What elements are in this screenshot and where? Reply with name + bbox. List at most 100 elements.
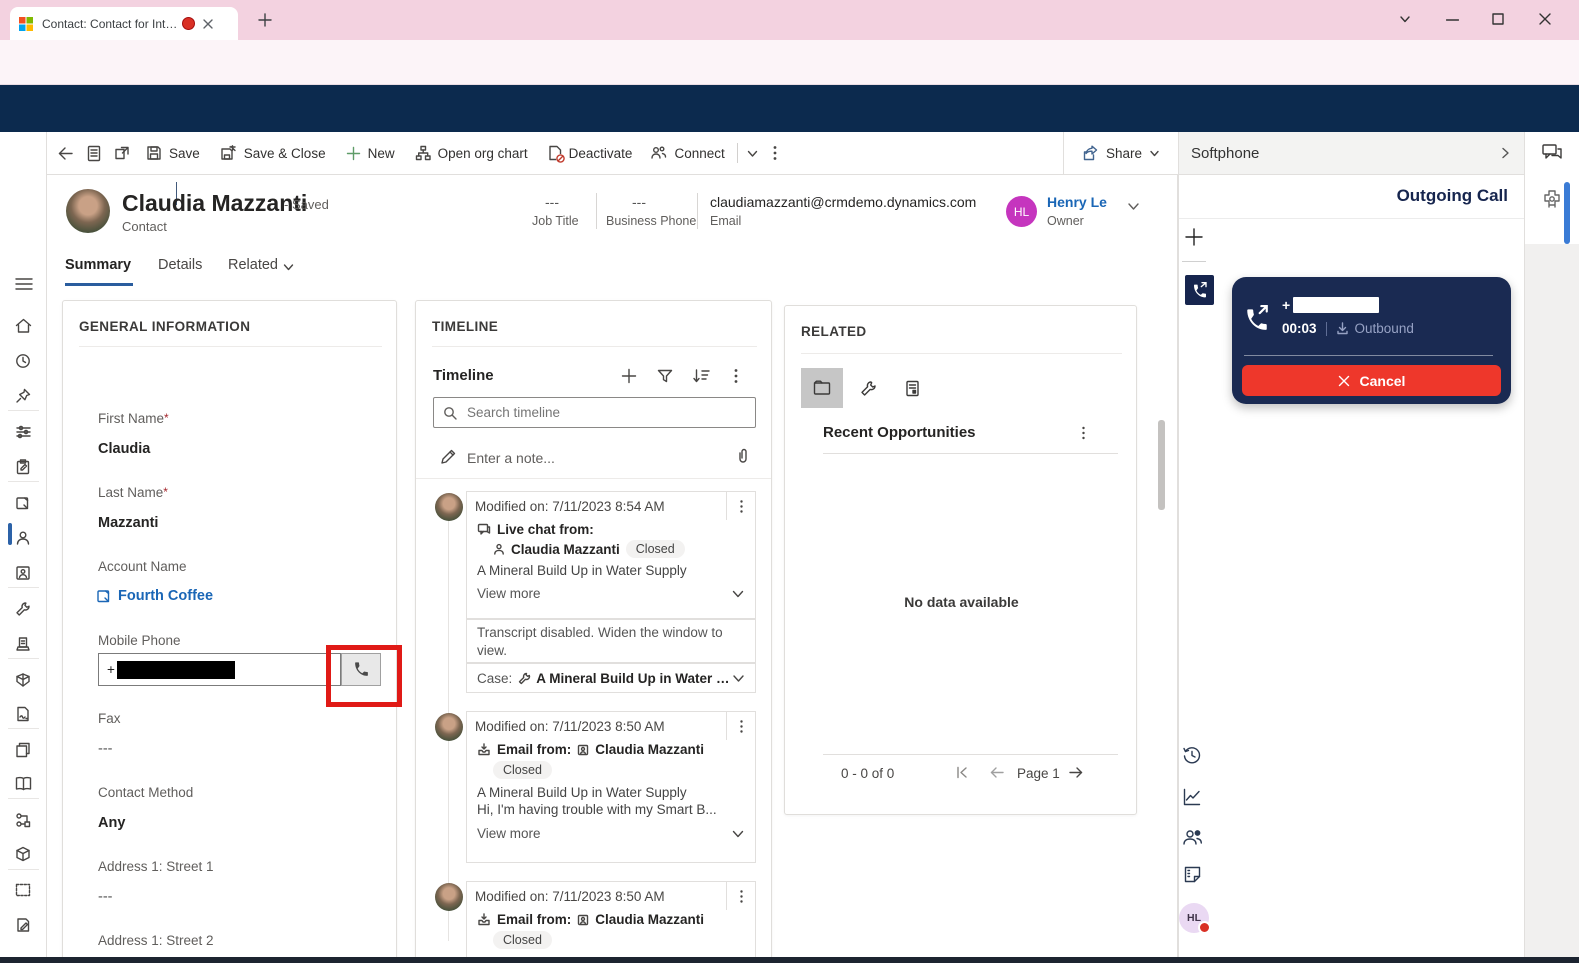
share-button[interactable]: Share bbox=[1063, 132, 1178, 175]
deactivate-button[interactable]: Deactivate bbox=[548, 145, 633, 161]
new-tab-button[interactable] bbox=[258, 13, 272, 27]
search-icon[interactable] bbox=[1153, 184, 1171, 202]
dashboards-icon[interactable] bbox=[15, 424, 32, 440]
home-icon[interactable] bbox=[15, 318, 32, 334]
case-title[interactable]: A Mineral Build Up in Water S... bbox=[536, 671, 732, 686]
entry-overflow-icon[interactable] bbox=[726, 712, 755, 740]
timeline-overflow-icon[interactable] bbox=[734, 368, 738, 384]
email-value[interactable]: claudiamazzanti@crmdemo.dynamics.com bbox=[710, 194, 976, 210]
open-org-chart-button[interactable]: Open org chart bbox=[415, 145, 528, 161]
contact-method-value[interactable]: Any bbox=[98, 815, 125, 831]
timeline-search-input[interactable] bbox=[465, 404, 739, 421]
conversations-icon[interactable] bbox=[1541, 143, 1563, 163]
extensions-puzzle-icon[interactable] bbox=[1541, 188, 1563, 210]
contact-photo-avatar[interactable] bbox=[66, 189, 110, 233]
fax-value[interactable]: --- bbox=[98, 741, 113, 757]
softphone-add-icon[interactable] bbox=[1184, 227, 1204, 247]
active-call-tab[interactable] bbox=[1185, 275, 1214, 305]
first-name-value[interactable]: Claudia bbox=[98, 441, 150, 457]
social-profiles-icon[interactable] bbox=[15, 565, 31, 581]
account-name-value[interactable]: Fourth Coffee bbox=[118, 588, 213, 604]
page-back-icon[interactable] bbox=[57, 145, 74, 162]
call-notes-icon[interactable] bbox=[1183, 865, 1202, 884]
connect-button[interactable]: Connect bbox=[650, 145, 724, 161]
expand-chevron-icon[interactable] bbox=[731, 827, 745, 841]
book-icon[interactable] bbox=[15, 776, 32, 791]
related-tab-entitlements[interactable] bbox=[891, 368, 933, 408]
knowledge-articles-icon[interactable] bbox=[15, 672, 31, 688]
view-more-link[interactable]: View more bbox=[477, 826, 731, 841]
main-scrollbar[interactable] bbox=[1158, 420, 1165, 510]
timeline-search-box[interactable] bbox=[433, 397, 756, 428]
cases-wrench-icon[interactable] bbox=[15, 601, 31, 617]
products-box-icon[interactable] bbox=[15, 846, 31, 862]
call-contacts-icon[interactable] bbox=[1182, 827, 1204, 847]
site-menu-icon[interactable] bbox=[15, 277, 33, 291]
note-divider bbox=[416, 478, 772, 479]
command-chevron-icon[interactable] bbox=[746, 147, 759, 160]
recent-clock-icon[interactable] bbox=[15, 353, 31, 369]
related-section-overflow-icon[interactable] bbox=[1082, 426, 1085, 440]
first-page-icon[interactable] bbox=[955, 765, 970, 780]
timeline-add-icon[interactable] bbox=[621, 368, 637, 384]
activities-icon[interactable] bbox=[15, 459, 31, 475]
related-tab-cases[interactable] bbox=[847, 368, 889, 408]
save-and-close-button[interactable]: Save & Close bbox=[220, 145, 326, 161]
last-name-value[interactable]: Mazzanti bbox=[98, 515, 158, 531]
tab-summary[interactable]: Summary bbox=[65, 257, 131, 273]
tab-close-icon[interactable] bbox=[203, 19, 213, 29]
save-button[interactable]: Save bbox=[146, 145, 200, 161]
timeline-case-row[interactable]: Case: A Mineral Build Up in Water S... bbox=[466, 663, 756, 693]
attach-paperclip-icon[interactable] bbox=[736, 447, 750, 464]
browser-tab[interactable]: Contact: Contact for Interact bbox=[10, 7, 238, 40]
timeline-filter-icon[interactable] bbox=[657, 368, 673, 384]
entry-person[interactable]: Claudia Mazzanti bbox=[511, 542, 620, 557]
expand-chevron-icon[interactable] bbox=[731, 587, 745, 601]
view-more-link[interactable]: View more bbox=[477, 586, 731, 601]
owner-avatar[interactable]: HL bbox=[1006, 196, 1037, 227]
street1-value[interactable]: --- bbox=[98, 889, 113, 905]
mobile-phone-input[interactable]: + bbox=[98, 653, 341, 686]
agent-presence-avatar[interactable]: HL bbox=[1179, 903, 1209, 933]
note-placeholder[interactable]: Enter a note... bbox=[467, 450, 555, 466]
copy-pages-icon[interactable] bbox=[15, 742, 31, 758]
entry-person[interactable]: Claudia Mazzanti bbox=[595, 742, 704, 757]
timeline-entry[interactable]: Modified on: 7/11/2023 8:50 AM Email fro… bbox=[466, 881, 756, 963]
timeline-entry[interactable]: Modified on: 7/11/2023 8:50 AM Email fro… bbox=[466, 711, 756, 863]
drafts-edit-icon[interactable] bbox=[15, 917, 31, 933]
timeline-entry[interactable]: Modified on: 7/11/2023 8:54 AM Live chat… bbox=[466, 491, 756, 619]
next-page-icon[interactable] bbox=[1068, 765, 1084, 780]
window-close-button[interactable] bbox=[1539, 13, 1551, 25]
form-list-icon[interactable] bbox=[86, 145, 102, 162]
entry-person[interactable]: Claudia Mazzanti bbox=[595, 912, 704, 927]
case-chevron-icon[interactable] bbox=[732, 672, 745, 685]
window-menu-chevron-icon[interactable] bbox=[1398, 12, 1412, 26]
signatures-icon[interactable] bbox=[15, 706, 31, 722]
new-button[interactable]: New bbox=[346, 146, 395, 161]
tab-related-chevron-icon[interactable] bbox=[282, 261, 295, 274]
popout-icon[interactable] bbox=[114, 145, 130, 161]
prev-page-icon[interactable] bbox=[989, 765, 1005, 780]
queues-icon[interactable] bbox=[15, 636, 31, 652]
owner-name[interactable]: Henry Le bbox=[1047, 194, 1107, 210]
related-tab-opportunities[interactable] bbox=[801, 368, 843, 408]
entry-overflow-icon[interactable] bbox=[726, 882, 755, 910]
contacts-icon[interactable] bbox=[15, 530, 31, 546]
window-minimize-button[interactable] bbox=[1446, 19, 1459, 23]
entry-overflow-icon[interactable] bbox=[726, 492, 755, 520]
rail-scrollbar[interactable] bbox=[1564, 182, 1570, 244]
window-maximize-button[interactable] bbox=[1492, 13, 1504, 25]
cancel-call-button[interactable]: Cancel bbox=[1242, 365, 1501, 396]
flows-icon[interactable] bbox=[15, 812, 31, 828]
command-overflow-icon[interactable] bbox=[773, 145, 777, 161]
accounts-icon[interactable] bbox=[15, 495, 31, 511]
call-insights-icon[interactable] bbox=[1182, 787, 1202, 807]
timeline-sort-icon[interactable] bbox=[693, 368, 710, 384]
tab-details[interactable]: Details bbox=[158, 257, 202, 273]
tab-related[interactable]: Related bbox=[228, 257, 278, 273]
pinned-icon[interactable] bbox=[15, 388, 31, 404]
softphone-collapse-icon[interactable] bbox=[1498, 146, 1512, 160]
mailboxes-icon[interactable] bbox=[15, 883, 31, 897]
header-expand-chevron-icon[interactable] bbox=[1126, 199, 1141, 214]
call-history-icon[interactable] bbox=[1182, 745, 1202, 765]
